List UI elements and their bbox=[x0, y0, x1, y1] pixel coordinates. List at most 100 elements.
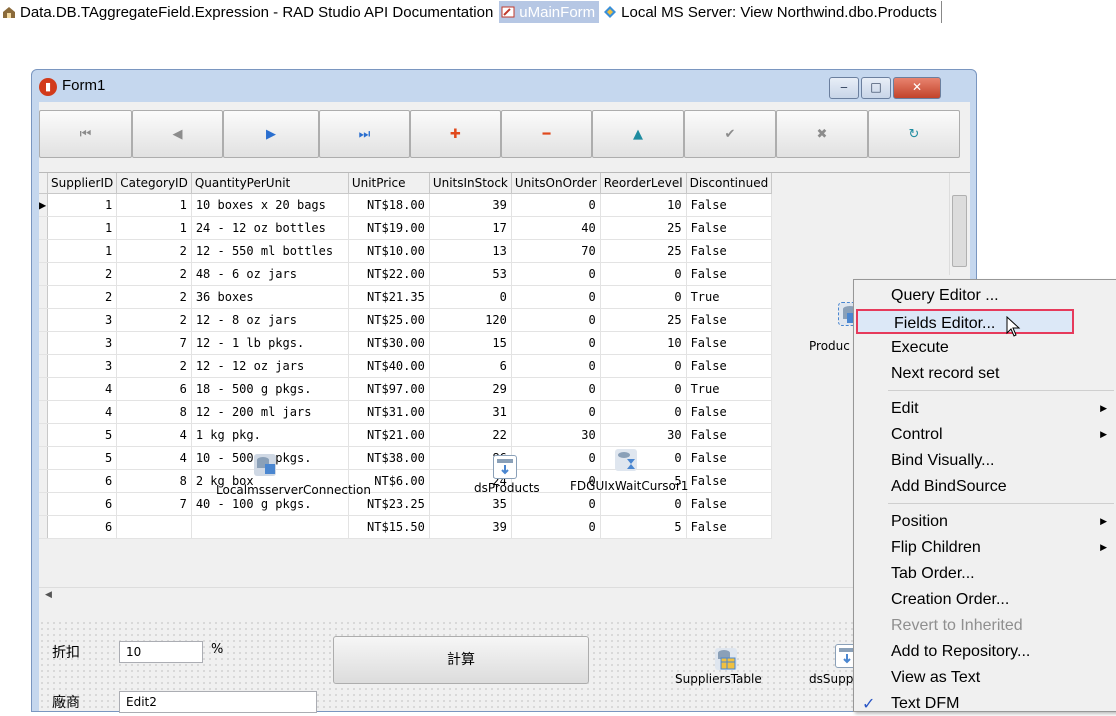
row-indicator[interactable] bbox=[39, 446, 48, 470]
grid-cell[interactable]: False bbox=[686, 262, 773, 286]
column-header[interactable]: UnitPrice bbox=[348, 173, 430, 194]
row-indicator[interactable] bbox=[39, 354, 48, 378]
menu-item-tab-order[interactable]: Tab Order... bbox=[855, 561, 1115, 586]
table-row[interactable]: 3 2 12 - 12 oz jars NT$40.00 6 0 0 False bbox=[39, 354, 773, 378]
menu-item-position[interactable]: Position ▶ bbox=[855, 509, 1115, 534]
grid-cell[interactable]: NT$15.50 bbox=[348, 515, 430, 539]
grid-cell[interactable]: 12 - 12 oz jars bbox=[191, 354, 349, 378]
grid-cell[interactable]: 7 bbox=[116, 492, 192, 516]
db-grid[interactable]: SupplierID CategoryID QuantityPerUnit Un… bbox=[39, 172, 970, 606]
grid-horizontal-scrollbar[interactable]: ◀ bbox=[39, 587, 970, 606]
row-indicator[interactable] bbox=[39, 331, 48, 355]
grid-cell[interactable]: 12 - 200 ml jars bbox=[191, 400, 349, 424]
menu-item-fields-editor[interactable]: Fields Editor... bbox=[856, 309, 1074, 334]
grid-cell[interactable]: 0 bbox=[600, 262, 687, 286]
grid-cell[interactable]: 8 bbox=[116, 400, 192, 424]
grid-cell[interactable]: 39 bbox=[429, 193, 512, 217]
column-header[interactable]: UnitsOnOrder bbox=[511, 173, 601, 194]
grid-cell[interactable]: 6 bbox=[47, 469, 118, 493]
nav-first-button[interactable]: ⏮ bbox=[39, 110, 132, 158]
nav-cancel-button[interactable]: ✖ bbox=[776, 110, 868, 158]
grid-cell[interactable]: False bbox=[686, 492, 773, 516]
row-indicator[interactable] bbox=[39, 239, 48, 263]
nav-edit-button[interactable]: ▲ bbox=[592, 110, 684, 158]
grid-cell[interactable]: 25 bbox=[600, 216, 687, 240]
row-indicator[interactable] bbox=[39, 216, 48, 240]
menu-item-add-bindsource[interactable]: Add BindSource bbox=[855, 474, 1115, 499]
grid-cell[interactable]: False bbox=[686, 216, 773, 240]
grid-cell[interactable]: 5 bbox=[47, 446, 118, 470]
grid-cell[interactable]: False bbox=[686, 331, 773, 355]
grid-cell[interactable]: NT$10.00 bbox=[348, 239, 430, 263]
scroll-left-arrow-icon[interactable]: ◀ bbox=[45, 590, 52, 600]
grid-cell[interactable]: 22 bbox=[429, 423, 512, 447]
grid-cell[interactable]: 4 bbox=[116, 423, 192, 447]
grid-cell[interactable]: 15 bbox=[429, 331, 512, 355]
grid-cell[interactable]: 1 bbox=[47, 193, 118, 217]
grid-cell[interactable]: NT$40.00 bbox=[348, 354, 430, 378]
grid-cell[interactable]: 4 bbox=[47, 377, 118, 401]
nav-post-button[interactable]: ✔ bbox=[684, 110, 776, 158]
nav-delete-button[interactable]: ━ bbox=[501, 110, 592, 158]
vendor-input[interactable]: Edit2 bbox=[119, 691, 317, 713]
grid-cell[interactable] bbox=[191, 515, 349, 539]
table-row[interactable]: 2 2 36 boxes NT$21.35 0 0 0 True bbox=[39, 285, 773, 309]
table-row[interactable]: 3 2 12 - 8 oz jars NT$25.00 120 0 25 False bbox=[39, 308, 773, 332]
grid-cell[interactable]: NT$38.00 bbox=[348, 446, 430, 470]
grid-cell[interactable]: 0 bbox=[511, 262, 601, 286]
column-header[interactable]: QuantityPerUnit bbox=[191, 173, 349, 194]
grid-cell[interactable]: NT$25.00 bbox=[348, 308, 430, 332]
grid-cell[interactable]: 18 - 500 g pkgs. bbox=[191, 377, 349, 401]
table-row[interactable]: 5410 - 500 g pkgs.NT$38.008600False bbox=[39, 446, 773, 470]
minimize-button[interactable]: ‒ bbox=[829, 77, 859, 99]
grid-cell[interactable]: 1 bbox=[47, 239, 118, 263]
table-row[interactable]: 1 1 24 - 12 oz bottles NT$19.00 17 40 25 False bbox=[39, 216, 773, 240]
menu-item-bind-visually[interactable]: Bind Visually... bbox=[855, 448, 1115, 473]
grid-cell[interactable]: False bbox=[686, 239, 773, 263]
grid-cell[interactable]: 6 bbox=[47, 492, 118, 516]
column-header[interactable]: SupplierID bbox=[47, 173, 118, 194]
grid-cell[interactable]: 6 bbox=[116, 377, 192, 401]
grid-cell[interactable]: False bbox=[686, 515, 773, 539]
grid-cell[interactable]: NT$21.35 bbox=[348, 285, 430, 309]
form-window[interactable]: ▮ Form1 ‒ □ ✕ ⏮ ◀ ▶ ⏭ ✚ ━ ▲ ✔ ✖ ↻ Suppli… bbox=[31, 69, 977, 713]
grid-cell[interactable]: 17 bbox=[429, 216, 512, 240]
close-button[interactable]: ✕ bbox=[893, 77, 941, 99]
grid-cell[interactable]: 5 bbox=[600, 515, 687, 539]
menu-item-edit[interactable]: Edit ▶ bbox=[855, 396, 1115, 421]
grid-cell[interactable]: NT$18.00 bbox=[348, 193, 430, 217]
column-header[interactable]: CategoryID bbox=[116, 173, 192, 194]
grid-cell[interactable]: NT$22.00 bbox=[348, 262, 430, 286]
grid-cell[interactable]: 0 bbox=[511, 492, 601, 516]
grid-cell[interactable]: 8 bbox=[116, 469, 192, 493]
table-row[interactable]: 541 kg pkg. NT$21.00 22 30 30 False bbox=[39, 423, 773, 447]
table-row[interactable]: 6 NT$15.50 39 0 5 False bbox=[39, 515, 773, 539]
grid-cell[interactable]: 10 bbox=[600, 331, 687, 355]
grid-cell[interactable]: 0 bbox=[600, 285, 687, 309]
row-indicator[interactable] bbox=[39, 262, 48, 286]
table-row[interactable]: 2 2 48 - 6 oz jars NT$22.00 53 0 0 False bbox=[39, 262, 773, 286]
row-indicator[interactable] bbox=[39, 515, 48, 539]
grid-cell[interactable]: 48 - 6 oz jars bbox=[191, 262, 349, 286]
grid-cell[interactable]: 1 bbox=[47, 216, 118, 240]
grid-cell[interactable]: 6 bbox=[47, 515, 118, 539]
row-indicator[interactable] bbox=[39, 400, 48, 424]
grid-cell[interactable]: 4 bbox=[116, 446, 192, 470]
grid-cell[interactable]: 24 - 12 oz bottles bbox=[191, 216, 349, 240]
nav-last-button[interactable]: ⏭ bbox=[319, 110, 410, 158]
menu-item-query-editor[interactable]: Query Editor ... bbox=[855, 283, 1115, 308]
row-indicator[interactable]: ▶ bbox=[39, 193, 48, 217]
grid-cell[interactable]: 0 bbox=[600, 400, 687, 424]
grid-cell[interactable]: 5 bbox=[47, 423, 118, 447]
grid-cell[interactable]: 0 bbox=[600, 354, 687, 378]
grid-cell[interactable]: NT$97.00 bbox=[348, 377, 430, 401]
row-indicator[interactable] bbox=[39, 285, 48, 309]
menu-item-add-to-repository[interactable]: Add to Repository... bbox=[855, 639, 1115, 664]
grid-cell[interactable]: 0 bbox=[511, 354, 601, 378]
grid-cell[interactable]: NT$31.00 bbox=[348, 400, 430, 424]
column-header[interactable]: UnitsInStock bbox=[429, 173, 512, 194]
menu-item-flip-children[interactable]: Flip Children ▶ bbox=[855, 535, 1115, 560]
grid-cell[interactable]: 7 bbox=[116, 331, 192, 355]
row-indicator[interactable] bbox=[39, 377, 48, 401]
grid-cell[interactable]: 40 bbox=[511, 216, 601, 240]
